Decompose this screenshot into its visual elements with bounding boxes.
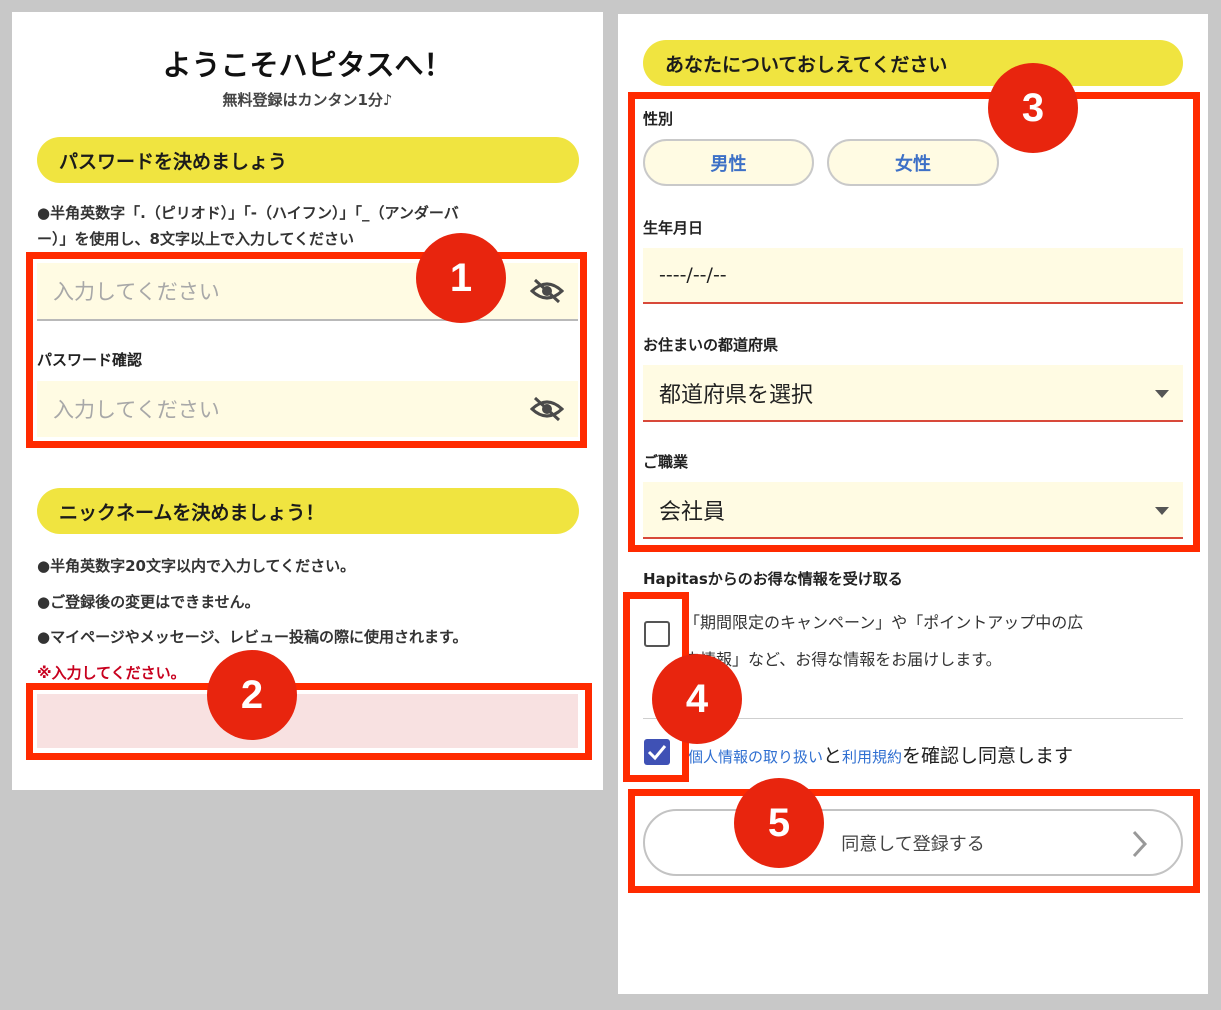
step-badge-2: 2 <box>207 650 297 740</box>
nickname-heading-text: ニックネームを決めましょう！ <box>59 501 325 524</box>
step-badge-3: 3 <box>988 63 1078 153</box>
newsletter-description: 「期間限定のキャンペーン」や「ポイントアップ中の広 告情報」など、お得な情報をお… <box>684 604 1184 678</box>
password-note: ●半角英数字「.（ピリオド）」「-（ハイフン）」「_（アンダーバ ー）」を使用し… <box>37 200 587 252</box>
newsletter-line-2: 告情報」など、お得な情報をお届けします。 <box>684 650 1002 669</box>
step-badge-4: 4 <box>652 654 742 744</box>
page-subtitle: 無料登録はカンタン1分♪ <box>222 91 393 109</box>
newsletter-line-1: 「期間限定のキャンペーン」や「ポイントアップ中の広 <box>684 613 1084 632</box>
newsletter-label: Hapitasからのお得な情報を受け取る <box>643 570 903 588</box>
password-heading-text: パスワードを決めましょう <box>59 150 288 173</box>
page-title: ようこそハピタスへ！ <box>162 48 453 82</box>
step-badge-1: 1 <box>416 233 506 323</box>
password-section-heading: パスワードを決めましょう <box>37 137 579 183</box>
nickname-note-2: ●ご登録後の変更はできません。 <box>37 593 260 611</box>
privacy-policy-link[interactable]: 個人情報の取り扱い <box>688 748 823 766</box>
nickname-note-3: ●マイページやメッセージ、レビュー投稿の際に使用されます。 <box>37 628 468 646</box>
step-badge-5: 5 <box>734 778 824 868</box>
and-text: と <box>823 745 843 767</box>
agree-text: 個人情報の取り扱いと利用規約を確認し同意します <box>688 741 1073 768</box>
password-note-line1: ●半角英数字「.（ピリオド）」「-（ハイフン）」「_（アンダーバ <box>37 204 459 222</box>
profile-heading-text: あなたについておしえてください <box>665 53 948 76</box>
terms-link[interactable]: 利用規約 <box>842 748 902 766</box>
highlight-box-3 <box>628 92 1200 552</box>
agree-statement: を確認し同意します <box>902 745 1074 767</box>
highlight-box-5 <box>628 789 1200 893</box>
nickname-section-heading: ニックネームを決めましょう！ <box>37 488 579 534</box>
profile-section-heading: あなたについておしえてください <box>643 40 1183 86</box>
nickname-note-1: ●半角英数字20文字以内で入力してください。 <box>37 557 356 575</box>
nickname-error: ※入力してください。 <box>37 664 186 682</box>
password-note-line2: ー）」を使用し、8文字以上で入力してください <box>37 230 355 248</box>
highlight-box-2 <box>26 683 592 760</box>
